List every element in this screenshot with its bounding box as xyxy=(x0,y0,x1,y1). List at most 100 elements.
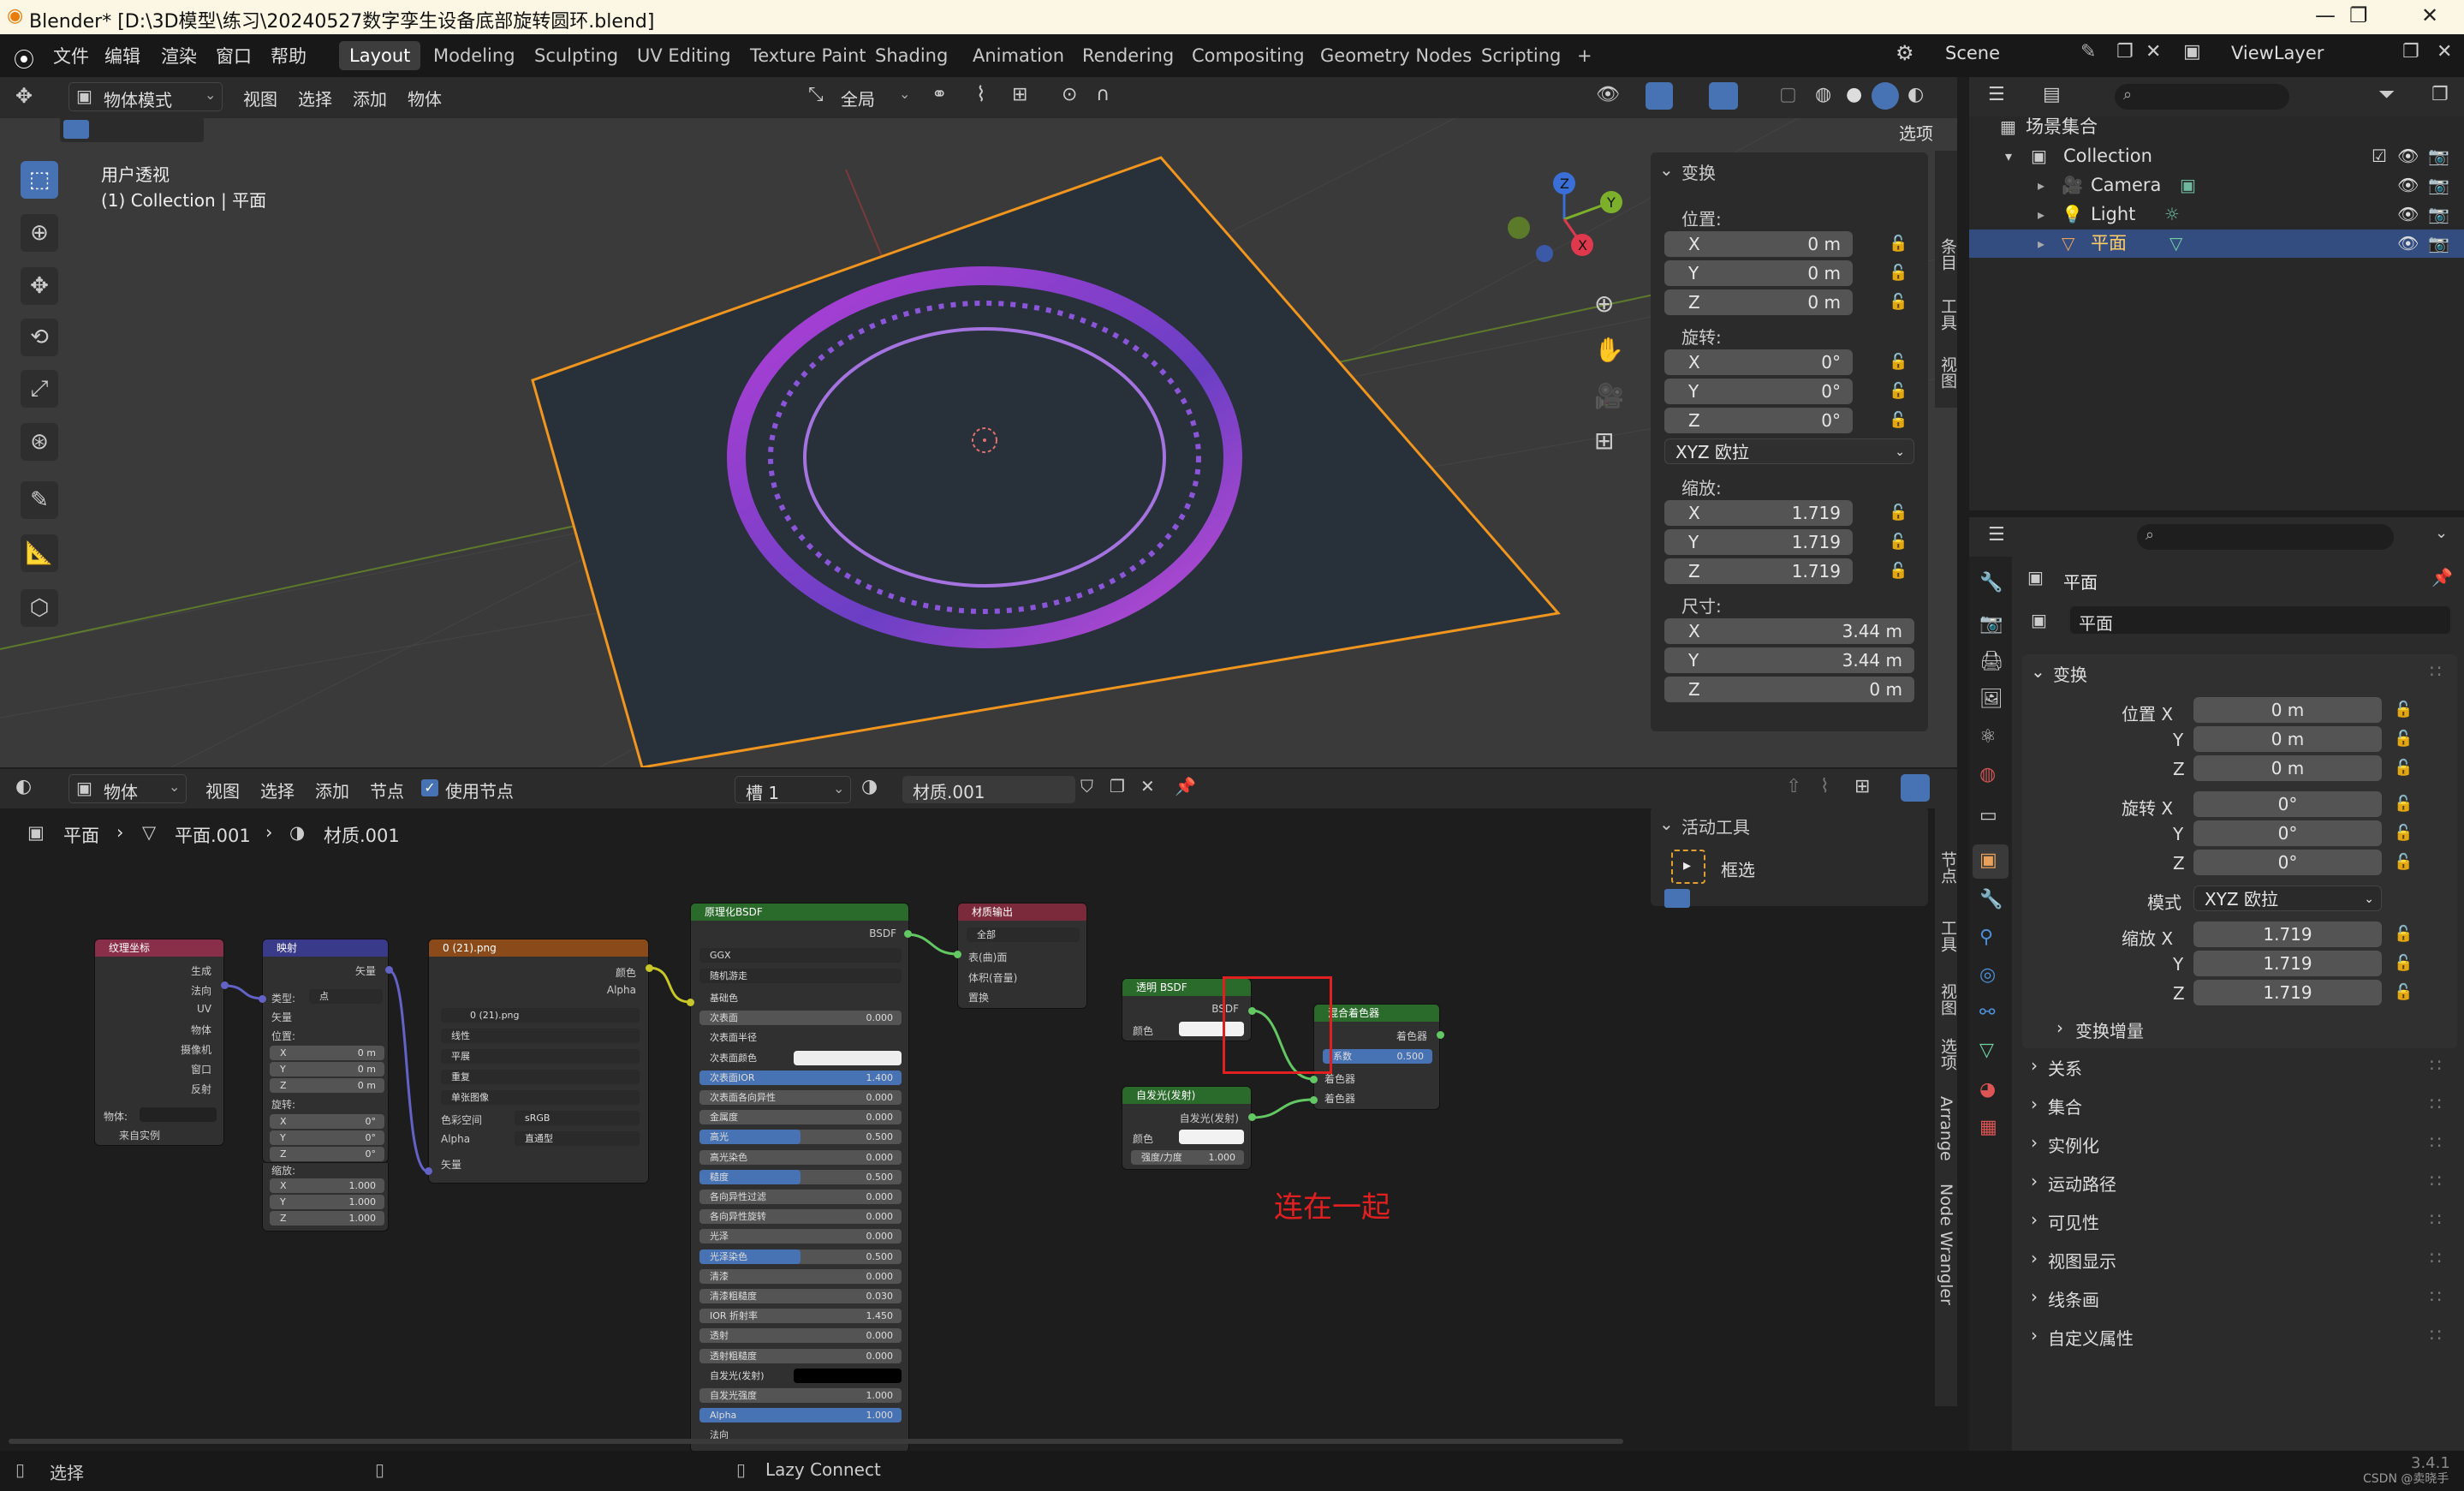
menu-render[interactable]: 渲染 xyxy=(161,43,197,69)
new-scene-icon[interactable]: ❐ xyxy=(2116,41,2134,63)
rotate-tool-icon[interactable]: ⟲ xyxy=(21,319,58,356)
menu-help[interactable]: 帮助 xyxy=(271,43,307,69)
bsdf-input-row[interactable]: 次表面各向异性 0.000 xyxy=(699,1090,902,1105)
tool-icon[interactable]: 🔧 xyxy=(1979,572,2003,593)
rendered-shading-icon[interactable]: ◐ xyxy=(1908,84,1924,105)
object-props-tab[interactable]: ▣ xyxy=(1973,844,2009,879)
add-workspace-button[interactable]: + xyxy=(1567,41,1603,70)
add-cube-tool-icon[interactable]: ⬡ xyxy=(21,589,58,627)
mesh-data-icon[interactable]: ▽ xyxy=(1979,1040,1994,1061)
tab-tool[interactable]: 工具 xyxy=(1937,298,1957,331)
lock-icon[interactable]: 🔓 xyxy=(2394,795,2413,813)
chevron-right-icon[interactable]: › xyxy=(2031,1325,2038,1345)
falloff-icon[interactable]: ∩ xyxy=(1096,84,1110,105)
bsdf-input-row[interactable]: 清漆粗糙度 0.030 xyxy=(699,1289,902,1303)
node-mapping[interactable]: 映射 矢量 类型: 点 矢量 位置: X0 m Y0 m Z0 m 旋转: X0… xyxy=(262,939,389,1163)
rotation-mode-dropdown[interactable]: XYZ 欧拉 ⌄ xyxy=(1664,438,1914,464)
dimensions-x-field[interactable]: X 3.44 m xyxy=(1664,618,1914,644)
prop-scale-y[interactable]: 1.719 xyxy=(2193,951,2382,976)
lock-icon[interactable]: 🔓 xyxy=(1889,533,1908,551)
prop-location-y[interactable]: 0 m xyxy=(2193,726,2382,752)
scale-tool-icon[interactable]: ⤢ xyxy=(21,370,58,408)
chevron-down-icon[interactable]: ⌄ xyxy=(2435,524,2448,542)
rotation-z-field[interactable]: Z 0° xyxy=(1664,408,1853,433)
navigation-gizmo[interactable]: Z Y X xyxy=(1500,168,1628,262)
properties-search-input[interactable]: ⌕ xyxy=(2137,524,2394,550)
panel-custom-properties[interactable]: 自定义属性 xyxy=(2048,1325,2134,1350)
viewlayer-name[interactable]: ViewLayer xyxy=(2231,43,2324,63)
measure-tool-icon[interactable]: 📐 xyxy=(21,534,58,572)
prop-rotation-z[interactable]: 0° xyxy=(2193,850,2382,875)
dimensions-y-field[interactable]: Y 3.44 m xyxy=(1664,647,1914,673)
lock-icon[interactable]: 🔓 xyxy=(1889,562,1908,580)
location-y-field[interactable]: Y0 m xyxy=(1664,260,1853,286)
dimensions-z-field[interactable]: Z0 m xyxy=(1664,677,1914,702)
chevron-down-icon[interactable]: ⌄ xyxy=(1659,159,1674,180)
new-viewlayer-icon[interactable]: ❐ xyxy=(2402,41,2419,63)
snap-grid-icon[interactable]: ⊞ xyxy=(1012,84,1027,105)
output-icon[interactable]: 🖨 xyxy=(1979,651,2003,672)
new-collection-icon[interactable]: ❐ xyxy=(2431,84,2449,105)
panel-instancing[interactable]: 实例化 xyxy=(2048,1132,2099,1157)
display-mode-icon[interactable]: ▤ xyxy=(2043,84,2061,105)
bsdf-input-row[interactable]: 次表面颜色 xyxy=(699,1050,902,1065)
prop-rotation-mode-dropdown[interactable]: XYZ 欧拉 ⌄ xyxy=(2193,886,2382,911)
chevron-down-icon[interactable]: ⌄ xyxy=(2031,661,2045,682)
panel-collections[interactable]: 集合 xyxy=(2048,1094,2082,1118)
lock-icon[interactable]: 🔓 xyxy=(1889,382,1908,400)
drag-handle-icon[interactable]: ∷ xyxy=(2430,661,2441,682)
lock-icon[interactable]: 🔓 xyxy=(2394,853,2413,871)
lock-icon[interactable]: 🔓 xyxy=(2394,730,2413,748)
tab-compositing[interactable]: Compositing xyxy=(1181,41,1315,70)
viewport-menu-object[interactable]: 物体 xyxy=(408,86,442,110)
bsdf-input-row[interactable]: 透射粗糙度 0.000 xyxy=(699,1348,902,1363)
chevron-right-icon[interactable]: › xyxy=(2031,1286,2038,1307)
tab-uv-editing[interactable]: UV Editing xyxy=(627,41,741,70)
rotation-x-field[interactable]: X 0° xyxy=(1664,349,1853,375)
annotate-tool-icon[interactable]: ✎ xyxy=(21,481,58,519)
drag-handle-icon[interactable]: ∷ xyxy=(2430,1209,2441,1230)
tab-node[interactable]: 节点 xyxy=(1937,851,1957,884)
chevron-right-icon[interactable]: › xyxy=(2031,1248,2038,1268)
outliner-scene-collection[interactable]: ▦ 场景集合 xyxy=(1969,113,2464,141)
close-button[interactable]: ✕ xyxy=(2421,3,2438,27)
node-image-texture[interactable]: 0 (21).png 颜色 Alpha 0 (21).png 线性 平展 重复 … xyxy=(428,939,649,1184)
bsdf-input-row[interactable]: 次表面半径 xyxy=(699,1030,902,1045)
particles-icon[interactable]: ⚲ xyxy=(1979,927,1993,948)
world-icon[interactable]: ◍ xyxy=(1979,764,1996,785)
lock-icon[interactable]: 🔓 xyxy=(1889,411,1908,429)
panel-motion-paths[interactable]: 运动路径 xyxy=(2048,1171,2116,1196)
pivot-icon[interactable]: ⚭ xyxy=(931,84,947,105)
physics-icon[interactable]: ◎ xyxy=(1979,964,1996,986)
chevron-right-icon[interactable]: › xyxy=(2056,1017,2063,1038)
tab-rendering[interactable]: Rendering xyxy=(1072,41,1184,70)
chevron-right-icon[interactable]: › xyxy=(2031,1209,2038,1230)
proportional-edit-icon[interactable]: ⊙ xyxy=(1062,84,1077,105)
outliner-collection[interactable]: ▾ ▣ Collection ☑ 👁 📷 xyxy=(1969,142,2464,170)
constraints-icon[interactable]: ⚯ xyxy=(1979,1002,1995,1023)
location-x-field[interactable]: X0 m xyxy=(1664,231,1853,257)
tab-texture-paint[interactable]: Texture Paint xyxy=(740,41,877,70)
drag-handle-icon[interactable]: ∷ xyxy=(2430,1325,2441,1345)
outliner-item-light[interactable]: ▸ 💡 Light ☼ 👁 📷 xyxy=(1969,200,2464,229)
outliner-search-input[interactable]: ⌕ xyxy=(2115,84,2289,110)
lock-icon[interactable]: 🔓 xyxy=(2394,759,2413,777)
shader-node-editor[interactable]: ◐ ▣ 物体 ⌄ 视图 选择 添加 节点 ✓ 使用节点 槽 1 ⌄ ◑ 材质.00… xyxy=(0,769,1957,1451)
solid-shading-icon[interactable]: ● xyxy=(1846,84,1862,105)
xray-icon[interactable]: ▢ xyxy=(1779,84,1797,105)
select-box-tool-icon[interactable]: ⬚ xyxy=(21,161,58,199)
material-preview-shading-button[interactable] xyxy=(1872,82,1899,110)
tab-modeling[interactable]: Modeling xyxy=(423,41,526,70)
tab-scripting[interactable]: Scripting xyxy=(1471,41,1571,70)
bsdf-input-row[interactable]: 各向异性旋转 0.000 xyxy=(699,1209,902,1225)
select-new-button[interactable] xyxy=(1664,889,1690,908)
panel-visibility[interactable]: 可见性 xyxy=(2048,1209,2099,1234)
tab-arrange[interactable]: Arrange xyxy=(1937,1096,1955,1161)
drag-handle-icon[interactable]: ∷ xyxy=(2430,1132,2441,1153)
scene-props-icon[interactable]: ⚛ xyxy=(1979,726,1997,748)
prop-location-x[interactable]: 0 m xyxy=(2193,697,2382,723)
panel-viewport-display[interactable]: 视图显示 xyxy=(2048,1248,2116,1273)
scale-x-field[interactable]: X 1.719 xyxy=(1664,500,1853,526)
viewport-menu-select[interactable]: 选择 xyxy=(298,86,332,110)
node-mix-shader[interactable]: 混合着色器 着色器 系数 0.500 着色器 着色器 xyxy=(1313,1004,1440,1110)
